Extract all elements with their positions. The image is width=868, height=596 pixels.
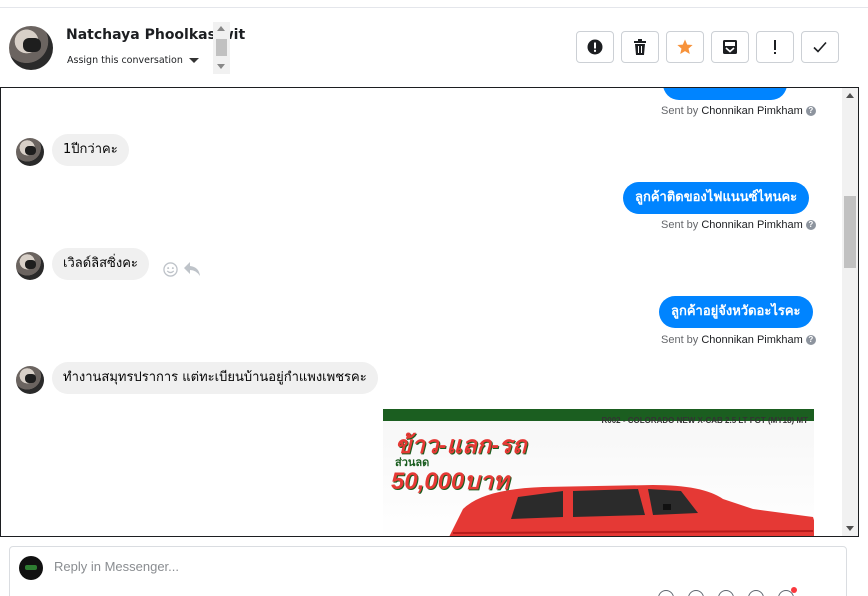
- thread-scrollbar[interactable]: [842, 88, 858, 536]
- divider: [0, 7, 868, 8]
- help-icon[interactable]: ?: [805, 335, 816, 345]
- reply-input[interactable]: [54, 559, 654, 574]
- sent-by-label: Sent by Chonnikan Pimkham ?: [661, 334, 816, 346]
- message-bubble-incoming[interactable]: ทำงานสมุทรปราการ แต่ทะเบียนบ้านอยู่กำแพง…: [52, 362, 378, 394]
- scroll-down-arrow-icon[interactable]: [217, 64, 225, 69]
- delete-button[interactable]: [621, 31, 659, 63]
- image-icon[interactable]: [718, 590, 734, 596]
- check-icon: [813, 41, 827, 53]
- message-thread[interactable]: Sent by Chonnikan Pimkham ? 1ปีกว่าคะ ลู…: [0, 87, 859, 537]
- star-button[interactable]: [666, 31, 704, 63]
- reply-icon[interactable]: [183, 261, 201, 277]
- notification-icon[interactable]: [778, 587, 797, 596]
- react-emoji-icon[interactable]: [163, 262, 178, 277]
- archive-button[interactable]: [711, 31, 749, 63]
- sender-name: Chonnikan Pimkham: [701, 105, 803, 117]
- reply-composer: [9, 546, 847, 596]
- star-icon: [677, 39, 693, 54]
- message-bubble-outgoing[interactable]: ลูกค้าติดของไฟแนนซ์ไหนคะ: [623, 182, 810, 214]
- sent-by-prefix: Sent by: [661, 219, 699, 231]
- help-icon[interactable]: ?: [805, 106, 816, 116]
- composer-toolbar: [658, 587, 797, 596]
- trash-icon: [634, 39, 646, 55]
- message-bubble-outgoing[interactable]: ลูกค้าอยู่จังหวัดอะไรคะ: [659, 296, 813, 328]
- mark-done-button[interactable]: [801, 31, 839, 63]
- archive-icon: [723, 40, 737, 54]
- message-bubble-incoming[interactable]: 1ปีกว่าคะ: [52, 134, 129, 166]
- contact-avatar-small: [16, 366, 44, 394]
- exclamation-icon: [774, 40, 776, 54]
- conversation-actions: [576, 31, 839, 63]
- contact-avatar[interactable]: [9, 26, 53, 70]
- caret-down-icon: [188, 58, 199, 63]
- message-bubble-incoming[interactable]: เวิลด์ลิสซิ่งคะ: [52, 248, 149, 280]
- help-icon[interactable]: ?: [805, 220, 816, 230]
- assign-conversation-dropdown[interactable]: Assign this conversation: [67, 55, 199, 66]
- header-scrollbar[interactable]: [213, 22, 230, 74]
- sent-by-prefix: Sent by: [661, 105, 699, 117]
- message-bubble-outgoing[interactable]: [663, 88, 787, 100]
- sent-by-label: Sent by Chonnikan Pimkham ?: [661, 219, 816, 231]
- emoji-icon[interactable]: [748, 590, 764, 596]
- saved-replies-icon[interactable]: [688, 590, 704, 596]
- attach-icon[interactable]: [658, 590, 674, 596]
- scroll-up-arrow-icon[interactable]: [846, 93, 854, 98]
- conversation-header: Natchaya Phoolkasiwit Assign this conver…: [0, 0, 868, 86]
- sender-name: Chonnikan Pimkham: [701, 219, 803, 231]
- page-avatar: [19, 556, 43, 580]
- message-image-attachment[interactable]: R002 - COLORADO NEW X-CAB 2.5 LT FGT (MY…: [383, 409, 814, 536]
- sender-name: Chonnikan Pimkham: [701, 334, 803, 346]
- scroll-thumb[interactable]: [844, 196, 856, 268]
- scroll-thumb[interactable]: [216, 39, 227, 56]
- ad-caption: R002 - COLORADO NEW X-CAB 2.5 LT FGT (MY…: [601, 416, 808, 425]
- mark-spam-button[interactable]: [576, 31, 614, 63]
- sent-by-label: Sent by Chonnikan Pimkham ?: [661, 105, 816, 117]
- alert-circle-icon: [587, 39, 603, 55]
- contact-avatar-small: [16, 138, 44, 166]
- scroll-down-arrow-icon[interactable]: [846, 526, 854, 531]
- sent-by-prefix: Sent by: [661, 334, 699, 346]
- red-pickup-truck-image: [449, 485, 814, 536]
- assign-label: Assign this conversation: [67, 55, 183, 66]
- inbox-conversation-view: Natchaya Phoolkasiwit Assign this conver…: [0, 0, 868, 596]
- contact-avatar-small: [16, 252, 44, 280]
- scroll-up-arrow-icon[interactable]: [217, 26, 225, 31]
- follow-up-button[interactable]: [756, 31, 794, 63]
